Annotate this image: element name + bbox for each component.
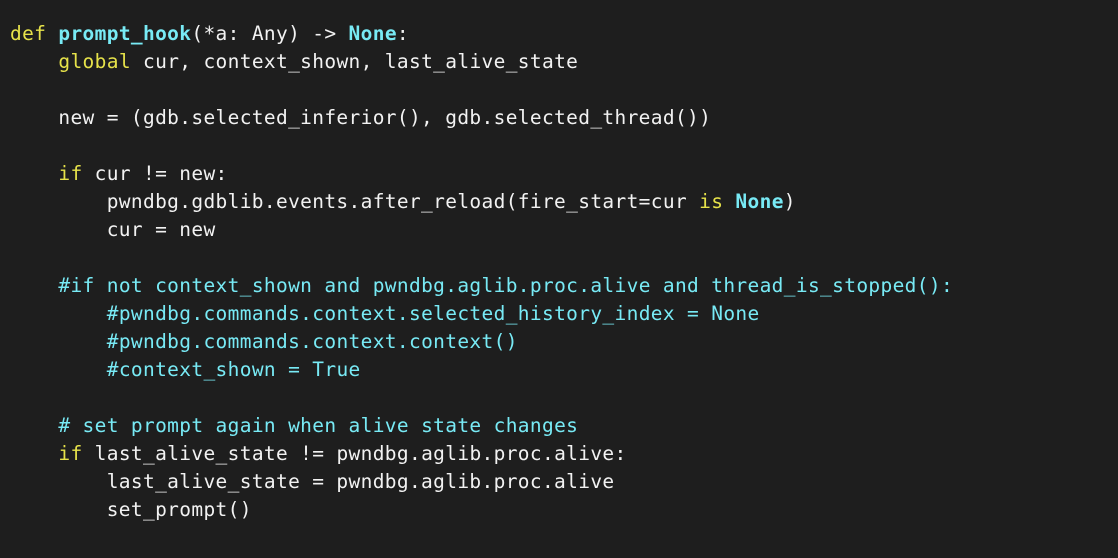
code-token: #pwndbg.commands.context.selected_histor…	[106, 302, 760, 325]
code-token: #context_shown = True	[106, 358, 361, 381]
code-line: #if not context_shown and pwndbg.aglib.p…	[10, 272, 953, 300]
code-token: cur != new:	[82, 162, 228, 185]
code-line: # set prompt again when alive state chan…	[10, 412, 953, 440]
code-token: def	[10, 22, 47, 45]
code-line: pwndbg.gdblib.events.after_reload(fire_s…	[10, 188, 953, 216]
code-line: def prompt_hook(*a: Any) -> None:	[10, 20, 953, 48]
code-token: cur, context_shown, last_alive_state	[130, 50, 579, 73]
code-token: cur = new	[10, 218, 216, 241]
code-token: global	[58, 50, 131, 73]
code-token: last_alive_state != pwndbg.aglib.proc.al…	[82, 442, 627, 465]
code-token: pwndbg.gdblib.events.after_reload(fire_s…	[10, 190, 700, 213]
code-line: set_prompt()	[10, 496, 953, 524]
code-line: #pwndbg.commands.context.selected_histor…	[10, 300, 953, 328]
code-token: last_alive_state = pwndbg.aglib.proc.ali…	[10, 470, 615, 493]
code-line: new = (gdb.selected_inferior(), gdb.sele…	[10, 104, 953, 132]
code-token: #pwndbg.commands.context.context()	[106, 330, 518, 353]
code-token: new = (gdb.selected_inferior(), gdb.sele…	[10, 106, 712, 129]
code-token: prompt_hook	[58, 22, 192, 45]
code-block: def prompt_hook(*a: Any) -> None: global…	[10, 20, 953, 524]
code-token: set_prompt()	[10, 498, 252, 521]
code-line: if last_alive_state != pwndbg.aglib.proc…	[10, 440, 953, 468]
code-line: #pwndbg.commands.context.context()	[10, 328, 953, 356]
code-line: cur = new	[10, 216, 953, 244]
code-line: global cur, context_shown, last_alive_st…	[10, 48, 953, 76]
code-token: )	[783, 190, 796, 213]
code-token: if	[58, 162, 83, 185]
code-token: :	[396, 22, 410, 45]
code-token: # set prompt again when alive state chan…	[58, 414, 579, 437]
code-line: if cur != new:	[10, 160, 953, 188]
code-token: if	[58, 442, 83, 465]
code-token: None	[348, 22, 397, 45]
code-token: is	[699, 190, 724, 213]
code-line: last_alive_state = pwndbg.aglib.proc.ali…	[10, 468, 953, 496]
code-token: #if not context_shown and pwndbg.aglib.p…	[58, 274, 954, 297]
code-editor: def prompt_hook(*a: Any) -> None: global…	[0, 0, 1118, 558]
code-token: (*a: Any) ->	[191, 22, 349, 45]
code-line: #context_shown = True	[10, 356, 953, 384]
code-token: None	[735, 190, 784, 213]
